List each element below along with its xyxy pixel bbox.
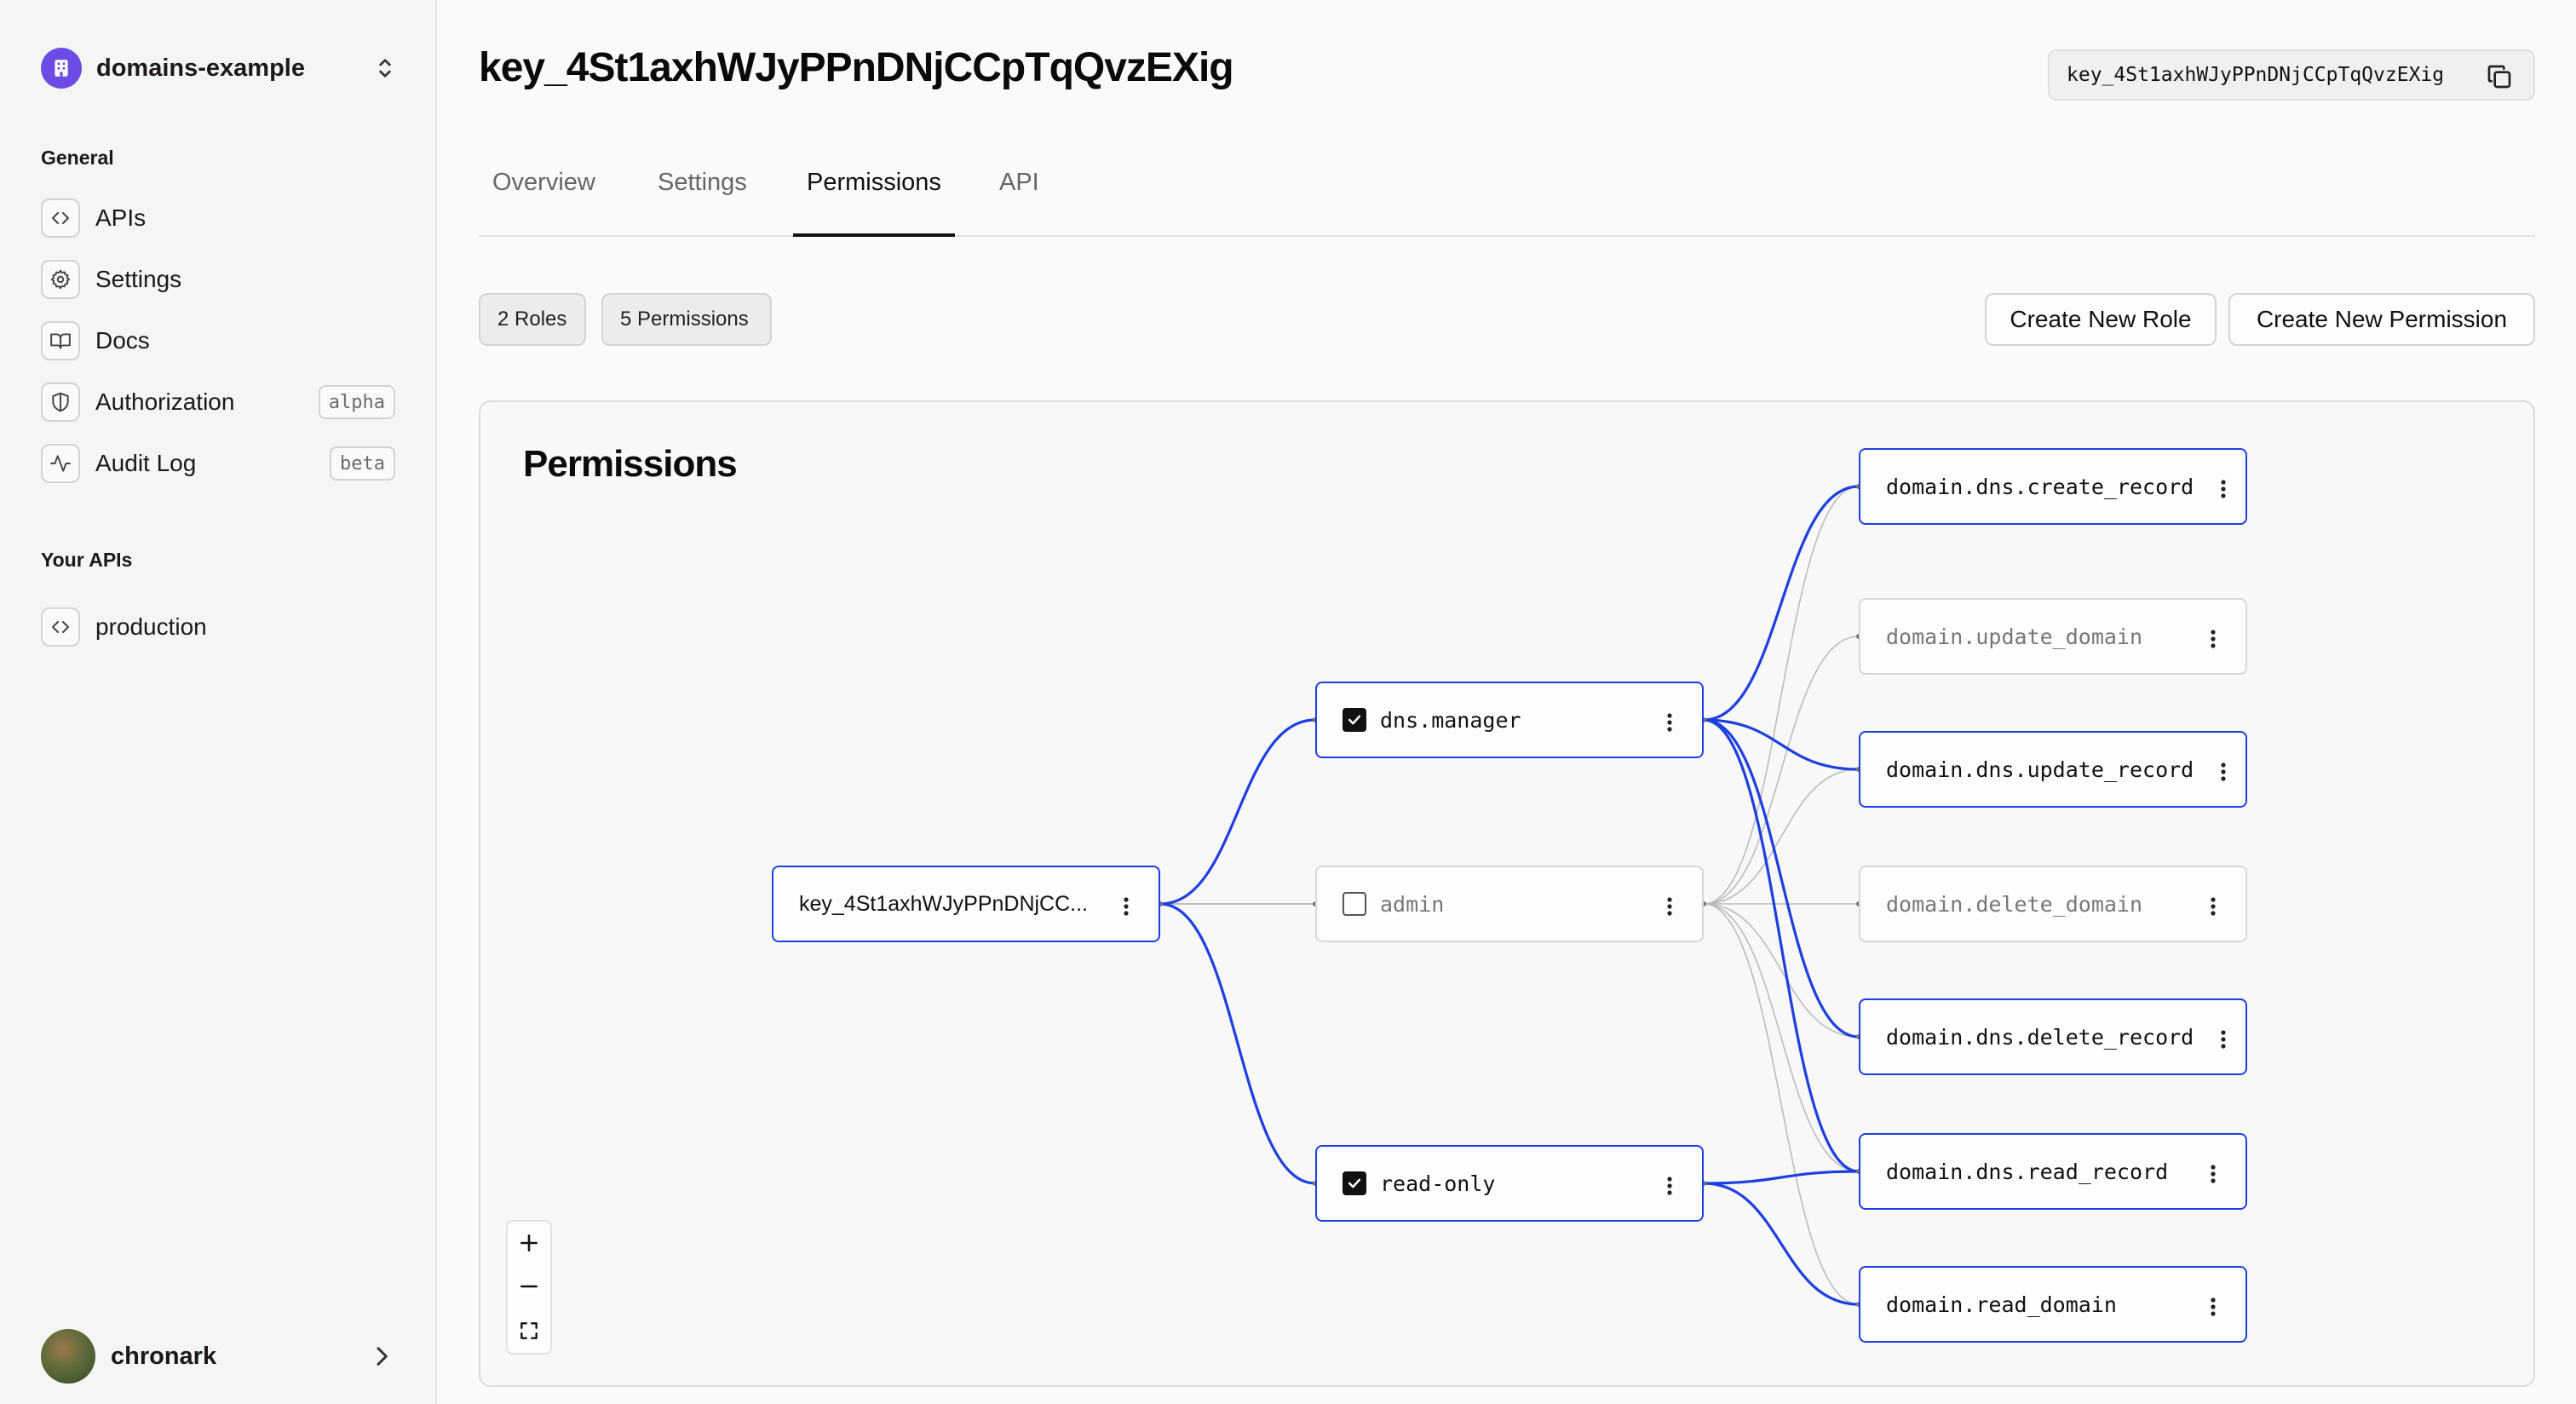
sidebar-item-label: APIs (95, 204, 147, 231)
more-vertical-icon[interactable] (1666, 712, 1673, 733)
user-menu[interactable]: chronark (41, 1329, 395, 1384)
sidebar-item-docs[interactable]: Docs (41, 320, 395, 361)
permission-node-read-domain[interactable]: domain.read_domain (1859, 1266, 2247, 1343)
workspace-logo-icon (41, 48, 82, 89)
tab-api[interactable]: API (986, 169, 1053, 237)
edge-inactive (1703, 486, 1860, 905)
permission-node-dns-read-record[interactable]: domain.dns.read_record (1859, 1133, 2247, 1210)
gear-icon (41, 260, 80, 299)
sidebar-item-authorization[interactable]: Authorization alpha (41, 382, 395, 423)
workspace-switcher[interactable]: domains-example (41, 48, 399, 89)
create-new-permission-button[interactable]: Create New Permission (2228, 293, 2535, 346)
activity-icon (41, 444, 80, 483)
tab-overview[interactable]: Overview (479, 169, 609, 237)
sidebar-item-production[interactable]: production (41, 607, 395, 647)
tab-settings[interactable]: Settings (644, 169, 761, 237)
permission-node-label: domain.update_domain (1886, 624, 2143, 649)
more-vertical-icon[interactable] (2210, 629, 2217, 649)
sidebar-item-audit-log[interactable]: Audit Log beta (41, 443, 395, 484)
role-node-label: dns.manager (1380, 707, 1521, 733)
checkbox-unchecked[interactable] (1343, 892, 1366, 916)
more-vertical-icon[interactable] (1666, 1176, 1673, 1196)
role-node-label: admin (1380, 891, 1445, 917)
code-icon (41, 607, 80, 647)
permission-node-delete-domain[interactable]: domain.delete_domain (1859, 866, 2247, 942)
permission-node-label: domain.read_domain (1886, 1292, 2117, 1317)
role-node-dns-manager[interactable]: dns.manager (1315, 682, 1704, 758)
permission-node-dns-delete-record[interactable]: domain.dns.delete_record (1859, 998, 2247, 1075)
role-node-label: read-only (1380, 1171, 1496, 1196)
checkbox-checked[interactable] (1343, 1171, 1366, 1195)
sidebar: domains-example General APIs Settings Do… (0, 0, 437, 1404)
edge-active (1703, 1182, 1860, 1306)
workspace-name: domains-example (96, 54, 305, 82)
fit-view-button[interactable] (506, 1309, 552, 1355)
sidebar-item-label: Settings (95, 266, 182, 292)
role-node-admin[interactable]: admin (1315, 866, 1704, 942)
edge-inactive (1703, 636, 1860, 905)
zoom-out-button[interactable] (506, 1264, 552, 1310)
permission-node-label: domain.dns.update_record (1886, 757, 2194, 782)
key-id-text: key_4St1axhWJyPPnDNjCCpTqQvzEXig (2067, 64, 2445, 86)
book-icon (41, 321, 80, 360)
create-new-role-button[interactable]: Create New Role (1985, 293, 2217, 346)
sidebar-item-apis[interactable]: APIs (41, 198, 395, 239)
edge-active (1703, 718, 1860, 771)
edge-active (1159, 718, 1316, 906)
edge-active (1703, 485, 1860, 722)
avatar (41, 1329, 95, 1384)
sidebar-item-label: production (95, 613, 207, 640)
beta-badge: beta (330, 446, 395, 480)
sidebar-item-label: Audit Log (95, 450, 197, 476)
sidebar-item-settings[interactable]: Settings (41, 259, 395, 300)
more-vertical-icon[interactable] (2210, 896, 2217, 917)
permission-node-label: domain.dns.read_record (1886, 1159, 2169, 1184)
permission-node-label: domain.dns.delete_record (1886, 1024, 2194, 1050)
key-node-label: key_4St1axhWJyPPnDNjCC... (799, 891, 1089, 916)
permission-node-label: domain.dns.create_record (1886, 474, 2194, 499)
more-vertical-icon[interactable] (1123, 896, 1130, 917)
code-icon (41, 199, 80, 238)
tab-bar: Overview Settings Permissions API (479, 153, 2535, 237)
plus-icon (520, 1234, 538, 1252)
section-title-your-apis: Your APIs (41, 549, 133, 571)
section-title-general: General (41, 147, 114, 169)
more-vertical-icon[interactable] (1666, 896, 1673, 917)
role-node-read-only[interactable]: read-only (1315, 1145, 1704, 1222)
copy-icon[interactable] (2486, 63, 2513, 90)
permission-node-dns-update-record[interactable]: domain.dns.update_record (1859, 731, 2247, 808)
minus-icon (520, 1285, 538, 1288)
roles-count-badge: 2 Roles (479, 293, 586, 346)
key-node[interactable]: key_4St1axhWJyPPnDNjCC... (772, 866, 1160, 942)
zoom-in-button[interactable] (506, 1220, 552, 1266)
more-vertical-icon[interactable] (2210, 1297, 2217, 1317)
chevrons-up-down-icon (379, 59, 391, 78)
edge-inactive (1703, 903, 1860, 1038)
user-name: chronark (111, 1342, 217, 1370)
edge-active (1159, 902, 1316, 1185)
key-id-copy-box[interactable]: key_4St1axhWJyPPnDNjCCpTqQvzEXig (2048, 49, 2535, 101)
checkbox-checked[interactable] (1343, 708, 1366, 732)
tab-permissions[interactable]: Permissions (793, 169, 955, 237)
permission-node-label: domain.delete_domain (1886, 891, 2143, 917)
permission-node-dns-create-record[interactable]: domain.dns.create_record (1859, 448, 2247, 525)
permissions-count-badge: 5 Permissions (601, 293, 772, 346)
more-vertical-icon[interactable] (2220, 1029, 2227, 1050)
permission-node-update-domain[interactable]: domain.update_domain (1859, 598, 2247, 675)
sidebar-item-label: Docs (95, 327, 150, 354)
alpha-badge: alpha (318, 385, 395, 419)
sidebar-item-label: Authorization (95, 388, 235, 415)
edge-active (1703, 1170, 1860, 1185)
chevron-right-icon (377, 1347, 388, 1366)
fullscreen-icon (520, 1322, 538, 1339)
shield-icon (41, 383, 80, 422)
more-vertical-icon[interactable] (2220, 479, 2227, 499)
page-title: key_4St1axhWJyPPnDNjCCpTqQvzEXig (479, 45, 1234, 90)
more-vertical-icon[interactable] (2220, 762, 2227, 782)
more-vertical-icon[interactable] (2210, 1164, 2217, 1184)
permissions-graph-canvas: Permissions key_4St1axhWJyPPnDNjCC... dn… (479, 400, 2535, 1387)
